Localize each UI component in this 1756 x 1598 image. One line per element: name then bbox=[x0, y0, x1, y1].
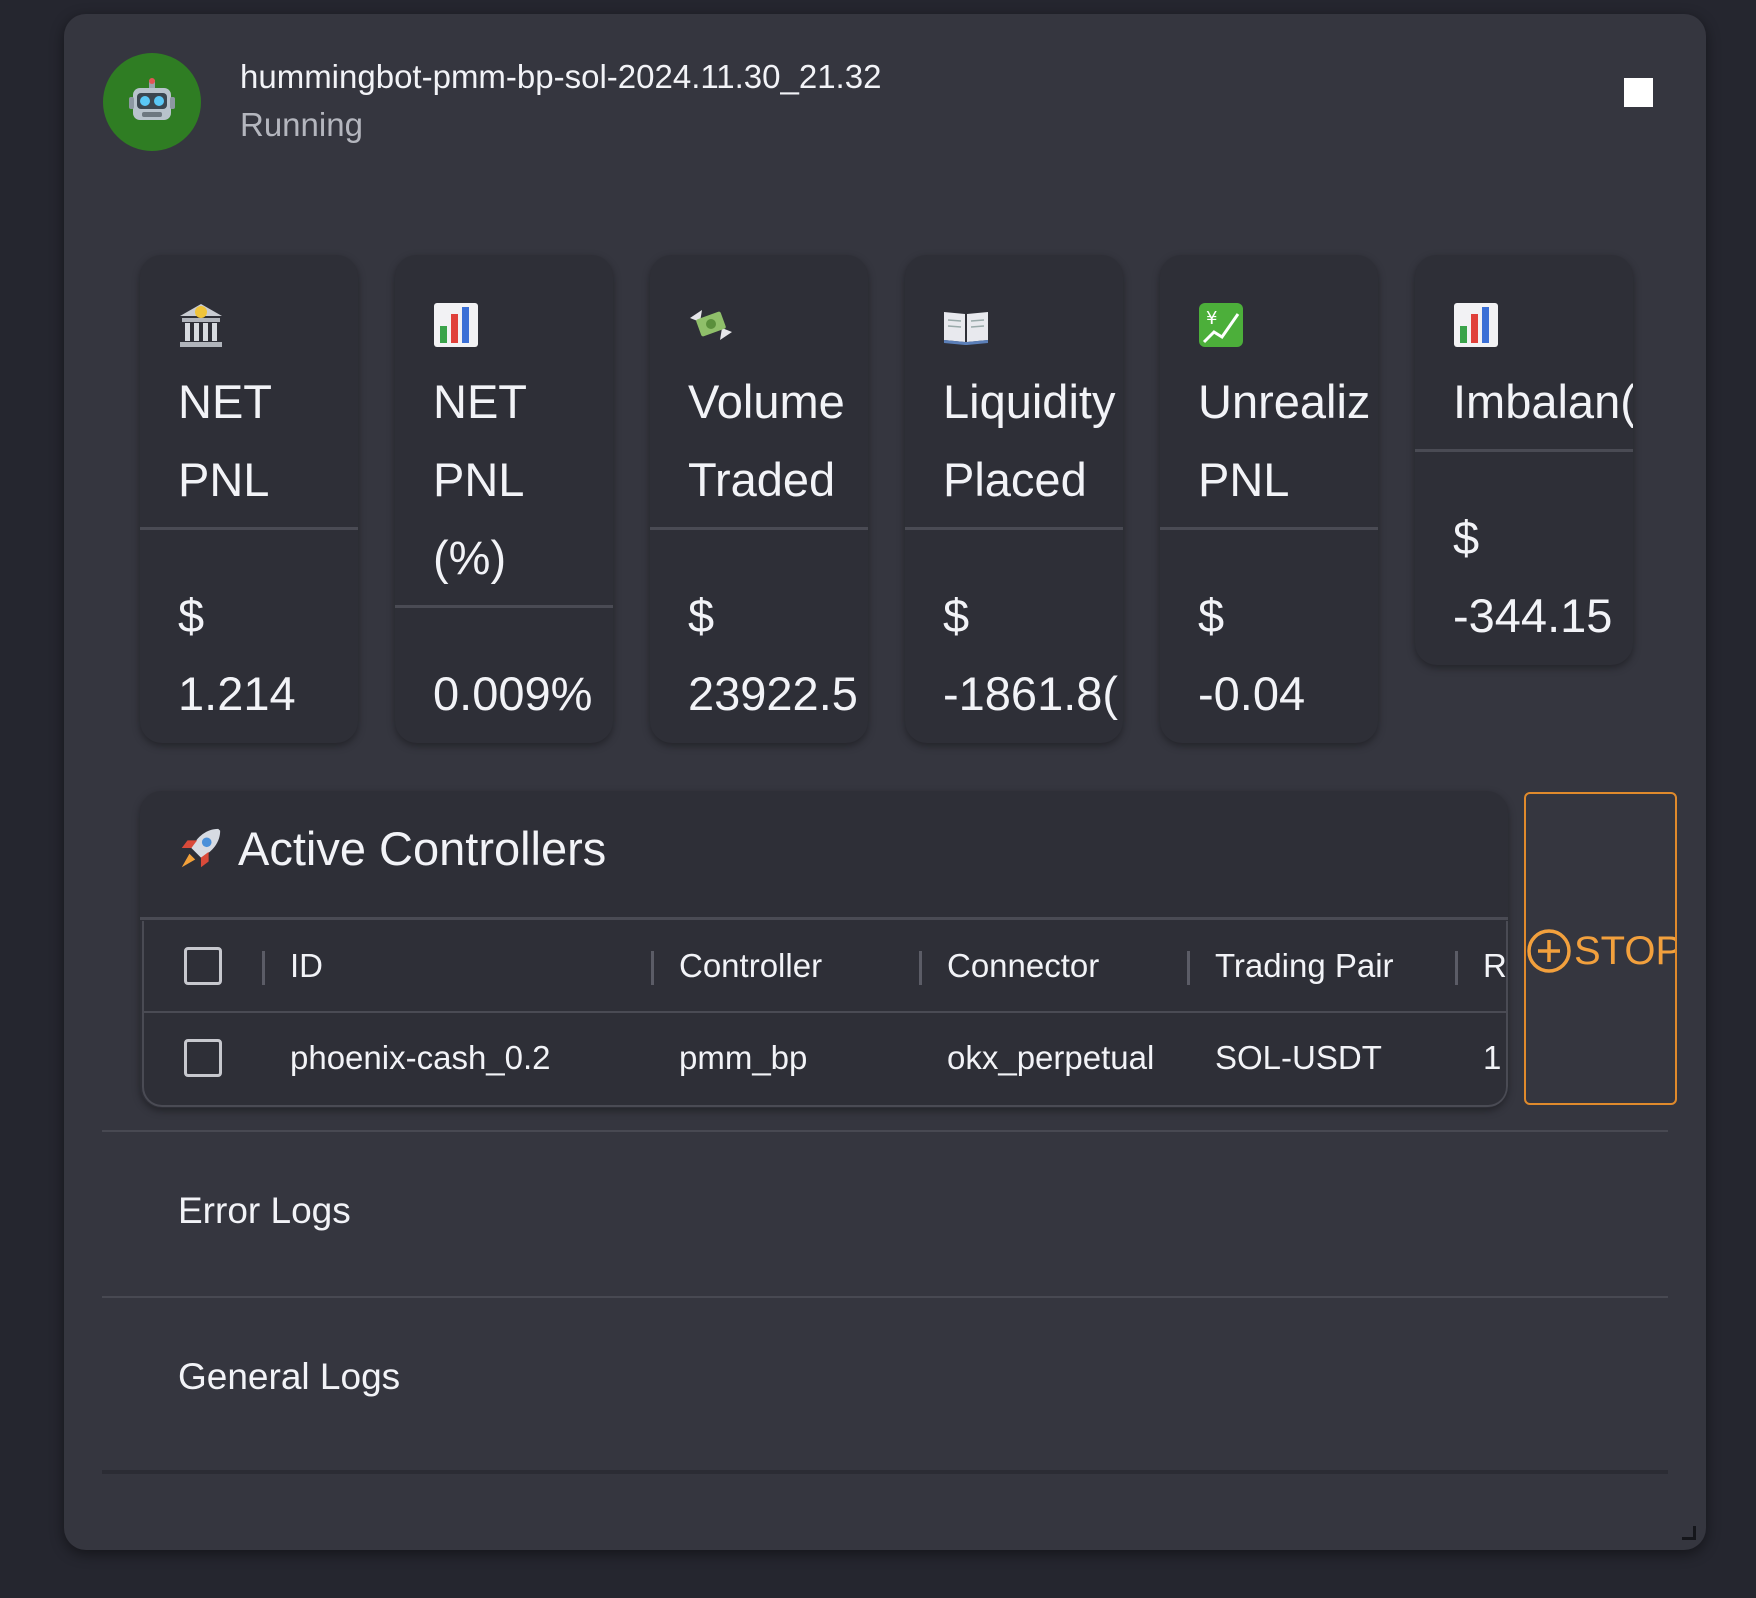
metric-value: $ -344.15 bbox=[1453, 511, 1613, 642]
table-row[interactable]: phoenix-cash_0.2 pmm_bp okx_perpetual SO… bbox=[144, 1013, 1506, 1103]
metric-divider bbox=[650, 527, 868, 530]
metric-net-pnl: NET PNL $ 1.214 bbox=[140, 255, 358, 743]
metric-label: NET PNL bbox=[178, 375, 272, 506]
select-all-checkbox[interactable] bbox=[184, 947, 222, 985]
stop-button-label: STOP bbox=[1574, 928, 1677, 973]
row-checkbox[interactable] bbox=[184, 1039, 222, 1077]
cell-r: 1 bbox=[1483, 1039, 1502, 1076]
metric-imbalance: Imbalan( $ -344.15 bbox=[1415, 255, 1633, 665]
controllers-title: Active Controllers bbox=[238, 822, 607, 875]
metric-liquidity-placed: Liquidity Placed $ -1861.8( bbox=[905, 255, 1123, 743]
metric-label: Liquidity Placed bbox=[943, 375, 1116, 506]
metric-volume-traded: Volume Traded $ 23922.5 bbox=[650, 255, 868, 743]
metric-value: $ 1.214 bbox=[178, 589, 296, 720]
chart-yen-icon: ¥ bbox=[1199, 303, 1243, 347]
controllers-divider bbox=[140, 917, 1508, 920]
cell-id: phoenix-cash_0.2 bbox=[290, 1039, 551, 1076]
metric-value: $ -0.04 bbox=[1198, 589, 1306, 720]
cell-connector: okx_perpetual bbox=[947, 1039, 1155, 1076]
metric-value: $ 23922.5 bbox=[688, 589, 858, 720]
metric-label: Imbalan( bbox=[1453, 375, 1633, 428]
resize-handle[interactable] bbox=[1682, 1526, 1696, 1540]
metric-value: $ -1861.8( bbox=[943, 589, 1119, 720]
bot-card: hummingbot-pmm-bp-sol-2024.11.30_21.32 R… bbox=[64, 14, 1706, 1550]
metric-divider bbox=[1415, 449, 1633, 452]
metric-label: Volume Traded bbox=[688, 375, 845, 506]
error-logs-label: Error Logs bbox=[178, 1190, 351, 1231]
cell-controller: pmm_bp bbox=[679, 1039, 808, 1076]
controllers-table: ID Controller Connector Trading Pair R p… bbox=[142, 921, 1508, 1107]
metric-divider bbox=[905, 527, 1123, 530]
column-separator[interactable] bbox=[919, 951, 922, 985]
metric-label: NET PNL (%) bbox=[433, 375, 527, 584]
column-separator[interactable] bbox=[651, 951, 654, 985]
bar-chart-icon bbox=[434, 303, 478, 347]
column-header-r[interactable]: R bbox=[1483, 921, 1506, 1011]
general-logs-accordion[interactable]: General Logs bbox=[102, 1296, 1668, 1460]
error-logs-accordion[interactable]: Error Logs bbox=[102, 1130, 1668, 1294]
open-book-icon bbox=[944, 312, 988, 345]
stop-controllers-button[interactable]: STOP bbox=[1524, 792, 1677, 1105]
rocket-icon bbox=[181, 828, 221, 867]
plus-circle-icon bbox=[1527, 929, 1571, 973]
metric-divider bbox=[395, 605, 613, 608]
money-wings-icon bbox=[690, 310, 732, 340]
column-separator[interactable] bbox=[1455, 951, 1458, 985]
stop-button-content: STOP bbox=[1526, 928, 1677, 974]
column-header-trading-pair[interactable]: Trading Pair bbox=[1215, 921, 1445, 1011]
active-controllers-panel: Active Controllers ID Controller Connect… bbox=[140, 791, 1508, 1108]
column-header-connector[interactable]: Connector bbox=[947, 921, 1177, 1011]
general-logs-label: General Logs bbox=[178, 1356, 401, 1397]
controllers-header: Active Controllers bbox=[176, 821, 606, 876]
table-header-row: ID Controller Connector Trading Pair R bbox=[144, 921, 1506, 1013]
accordion-bottom-edge bbox=[102, 1470, 1668, 1474]
stop-bot-button[interactable] bbox=[1624, 78, 1653, 107]
robot-avatar bbox=[103, 53, 201, 151]
metric-divider bbox=[1160, 527, 1378, 530]
column-header-controller[interactable]: Controller bbox=[679, 921, 909, 1011]
robot-icon bbox=[129, 78, 175, 120]
metric-net-pnl-percent: NET PNL (%) 0.009% bbox=[395, 255, 613, 743]
column-header-id[interactable]: ID bbox=[290, 921, 610, 1011]
bar-chart-icon bbox=[1454, 303, 1498, 347]
svg-text:¥: ¥ bbox=[1206, 308, 1217, 329]
metric-unrealized-pnl: ¥ Unrealiz PNL $ -0.04 bbox=[1160, 255, 1378, 743]
cell-trading-pair: SOL-USDT bbox=[1215, 1039, 1382, 1076]
column-separator[interactable] bbox=[262, 951, 265, 985]
metric-divider bbox=[140, 527, 358, 530]
metric-label: Unrealiz PNL bbox=[1198, 375, 1371, 506]
bot-name: hummingbot-pmm-bp-sol-2024.11.30_21.32 bbox=[240, 58, 882, 95]
bank-icon bbox=[180, 304, 222, 347]
bot-status: Running bbox=[240, 106, 363, 143]
column-separator[interactable] bbox=[1187, 951, 1190, 985]
metric-value: 0.009% bbox=[433, 667, 593, 720]
